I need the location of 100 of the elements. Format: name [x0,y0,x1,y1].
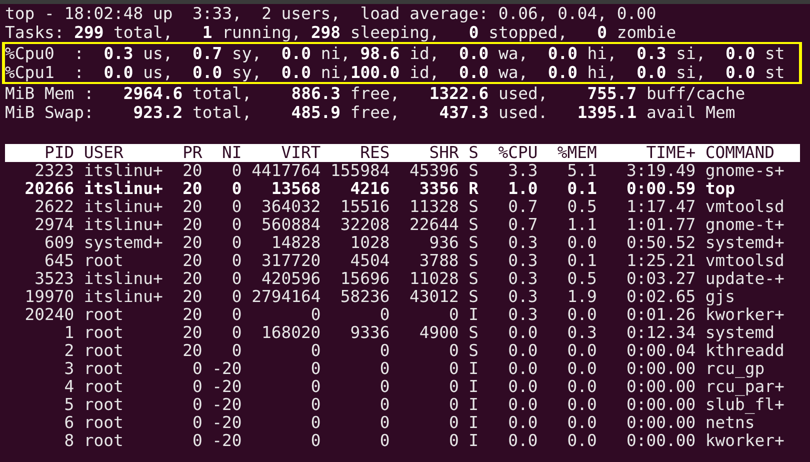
table-cell-text: 32208 [339,216,390,234]
table-cell: itslinu+ [84,198,163,216]
table-cell-text: 0.5 [566,198,597,216]
table-cell-text: 0.0 [566,378,597,396]
cpu-line: %Cpu0 : 0.3 us, 0.7 sy, 0.0 ni, 98.6 id, 0.0 wa, 0.0 hi, 0.3 si, 0.0 st [5,44,786,63]
table-cell: S [468,234,479,252]
table-cell-text: 0.3 [507,288,538,306]
table-cell-text: 0.3 [507,252,538,270]
table-cell-text: kthreadd [705,342,786,360]
cpu-line: %Cpu1 : 0.0 us, 0.0 sy, 0.0 ni,100.0 id, 0.0 wa, 0.0 hi, 0.0 si, 0.0 st [5,63,786,82]
table-cell-text: 0.0 [566,360,597,378]
table-cell: -20 [212,378,242,396]
table-cell-text: 0.7 [507,216,538,234]
table-cell-text: 0 [230,288,242,306]
table-cell: -20 [212,432,242,450]
table-cell: itslinu+ [84,180,163,198]
table-cell-text: 1028 [349,234,390,252]
table-cell-text: 20 [182,342,202,360]
table-cell-text: 0 [230,270,242,288]
column-header[interactable]: PR [172,144,202,162]
column-header[interactable]: S [468,144,479,162]
table-cell-text: 5.1 [566,162,597,180]
table-cell-text: 0:00.00 [625,378,696,396]
column-header[interactable]: TIME+ [606,144,696,162]
table-cell-text: 4504 [349,252,390,270]
tasks-line: Tasks: 299 total, 1 running, 298 sleeping, 0 stopped, 0 zombie [4,23,678,42]
table-cell: I [468,360,479,378]
table-cell: S [468,324,479,342]
memory-line: MiB Mem : 2964.6 total, 886.3 free, 1322.6 used, 755.7 buff/cache [4,84,746,103]
table-cell-text: 0.0 [507,360,538,378]
table-cell-text: 0 [310,306,321,324]
table-cell-text: 0 [378,432,390,450]
swap-line: MiB Swap: 923.2 total, 485.9 free, 437.3 used. 1395.1 avail Mem [4,103,736,122]
table-cell-text: 14828 [270,234,321,252]
table-cell-text: gjs [705,288,736,306]
table-cell-text: 2622 [34,198,74,216]
table-cell-text: 58236 [339,288,390,306]
table-cell-text: 0 [378,414,390,432]
column-header[interactable]: SHR [400,144,459,162]
table-cell: R [468,180,479,198]
table-cell-text: 0:00.00 [625,414,696,432]
table-cell-text: 0.0 [507,432,538,450]
table-cell-text: gnome-t+ [705,216,786,234]
table-cell-text: 0 [378,342,390,360]
table-cell-text: 0 [230,180,242,198]
table-cell-text: 0:50.52 [625,234,696,252]
table-cell: S [468,198,479,216]
table-cell-text: 0.0 [566,432,597,450]
table-cell-text: top [705,180,736,198]
column-header[interactable]: RES [330,144,390,162]
table-cell-text: 20 [182,288,202,306]
table-cell-text: 20 [182,198,202,216]
table-cell-text: 4 [63,378,74,396]
table-cell: I [468,396,479,414]
table-cell-text: 0 [378,396,390,414]
table-cell-text: 609 [43,234,74,252]
table-cell-text: 645 [43,252,74,270]
table-cell-text: 0.0 [566,414,597,432]
table-cell-text: 0 [230,234,242,252]
table-cell-text: 22644 [408,216,459,234]
column-header[interactable]: USER [84,144,163,162]
table-cell-text: 0 [448,432,459,450]
table-cell-text: 317720 [260,252,321,270]
table-cell-text: 3523 [34,270,74,288]
table-cell-text: 0 [230,198,242,216]
table-cell-text: 2 [63,342,74,360]
table-cell-text: 0.0 [507,324,538,342]
table-cell: 4417764 [252,162,321,180]
column-header[interactable]: COMMAND [705,144,790,162]
column-header[interactable]: NI [212,144,242,162]
table-cell-text: 0 [230,162,242,180]
table-cell-text: 420596 [260,270,321,288]
table-cell: itslinu+ [84,270,163,288]
table-cell-text: 0 [378,360,390,378]
table-cell-text: 0.7 [507,198,538,216]
table-cell-text: 3356 [418,180,459,198]
table-cell-text: 0 [310,378,321,396]
table-cell: -20 [212,360,242,378]
table-cell-text: 1:17.47 [625,198,696,216]
table-cell-text: 0:00.00 [625,360,696,378]
column-header[interactable]: PID [5,144,74,162]
table-cell-text: 20 [182,324,202,342]
table-cell-text: 1.0 [507,180,538,198]
table-cell-text: 0 [191,414,202,432]
table-cell-text: 0 [230,342,242,360]
table-cell-text: 168020 [260,324,321,342]
table-cell-text: root [84,324,124,342]
table-cell-text: 20 [182,216,202,234]
table-cell-text: 0:03.27 [625,270,696,288]
column-header[interactable]: VIRT [252,144,321,162]
table-cell: -20 [212,414,242,432]
column-header[interactable]: %CPU [488,144,538,162]
table-cell-text: 0:00.59 [625,180,696,198]
table-cell-text: gnome-s+ [705,162,786,180]
table-cell-text: 1 [63,324,74,342]
table-cell-text: systemd+ [705,234,786,252]
table-cell-text: 0.0 [507,378,538,396]
table-cell-text: 0:00.00 [625,396,696,414]
column-header[interactable]: %MEM [548,144,597,162]
table-cell-text: 43012 [408,288,459,306]
